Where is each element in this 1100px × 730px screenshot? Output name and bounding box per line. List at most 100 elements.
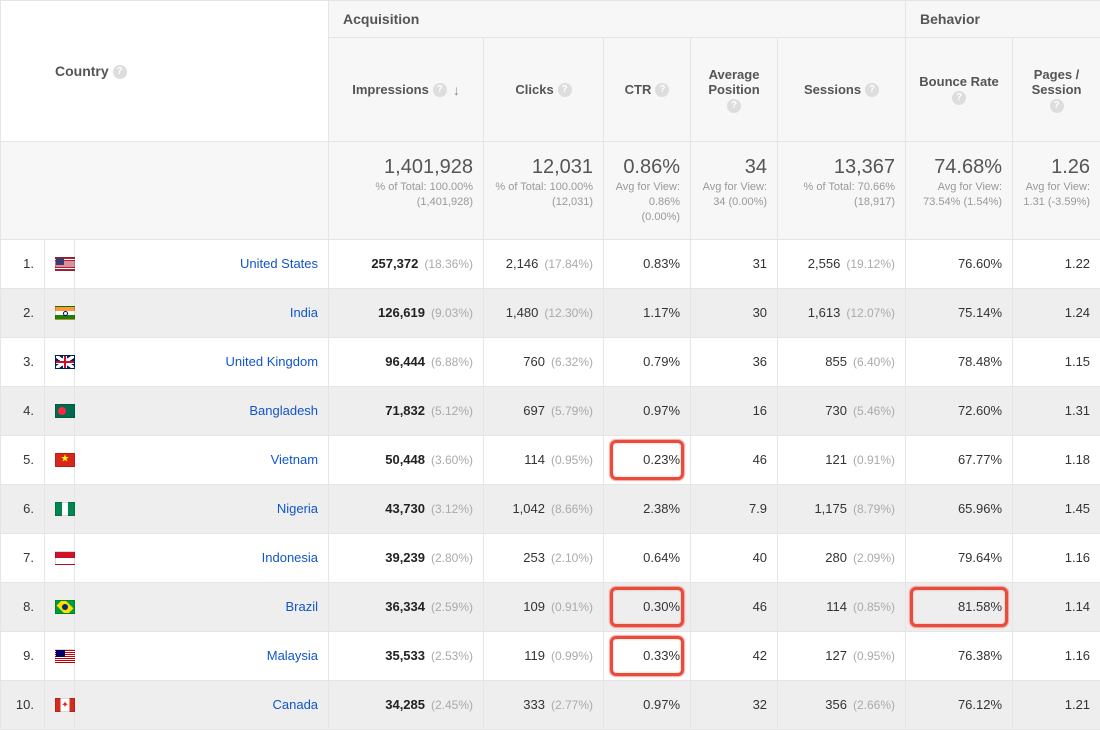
country-link[interactable]: United Kingdom	[226, 354, 319, 369]
row-rank: 5.	[1, 435, 45, 484]
cell-bounce: 75.14%	[906, 288, 1013, 337]
cell-ctr: 0.23%	[604, 435, 691, 484]
row-rank: 7.	[1, 533, 45, 582]
column-group-acquisition: Acquisition	[329, 1, 906, 38]
cell-sessions: 121(0.91%)	[778, 435, 906, 484]
cell-pages: 1.14	[1013, 582, 1100, 631]
country-cell: Vietnam	[75, 435, 329, 484]
help-icon[interactable]: ?	[655, 83, 669, 97]
cell-clicks: 760(6.32%)	[484, 337, 604, 386]
country-link[interactable]: India	[290, 305, 318, 320]
column-header-ctr[interactable]: CTR ?	[604, 38, 691, 142]
table-row: 1.United States257,372(18.36%)2,146(17.8…	[1, 239, 1100, 288]
country-cell: Canada	[75, 680, 329, 729]
help-icon[interactable]: ?	[727, 99, 741, 113]
cell-pages: 1.18	[1013, 435, 1100, 484]
flag-icon	[45, 484, 75, 533]
cell-ctr: 0.79%	[604, 337, 691, 386]
cell-sessions: 2,556(19.12%)	[778, 239, 906, 288]
cell-sessions: 114(0.85%)	[778, 582, 906, 631]
cell-bounce: 79.64%	[906, 533, 1013, 582]
cell-clicks: 114(0.95%)	[484, 435, 604, 484]
cell-position: 7.9	[691, 484, 778, 533]
column-header-country[interactable]: Country ?	[1, 1, 329, 142]
country-link[interactable]: Indonesia	[262, 550, 318, 565]
row-rank: 9.	[1, 631, 45, 680]
cell-bounce: 76.60%	[906, 239, 1013, 288]
flag-icon: ★	[45, 435, 75, 484]
cell-bounce: 65.96%	[906, 484, 1013, 533]
cell-position: 46	[691, 582, 778, 631]
country-link[interactable]: Canada	[272, 697, 318, 712]
country-link[interactable]: Nigeria	[277, 501, 318, 516]
flag-icon	[45, 582, 75, 631]
help-icon[interactable]: ?	[113, 65, 127, 79]
cell-position: 32	[691, 680, 778, 729]
country-cell: United States	[75, 239, 329, 288]
analytics-table: Country ? Acquisition Behavior Impressio…	[0, 0, 1100, 730]
summary-clicks: 12,031 % of Total: 100.00% (12,031)	[484, 142, 604, 240]
cell-bounce: 76.38%	[906, 631, 1013, 680]
cell-pages: 1.21	[1013, 680, 1100, 729]
summary-sessions: 13,367 % of Total: 70.66% (18,917)	[778, 142, 906, 240]
table-row: 9.Malaysia35,533(2.53%)119(0.99%)0.33%42…	[1, 631, 1100, 680]
country-cell: Bangladesh	[75, 386, 329, 435]
column-header-pages[interactable]: Pages / Session ?	[1013, 38, 1100, 142]
cell-impressions: 39,239(2.80%)	[329, 533, 484, 582]
help-icon[interactable]: ?	[433, 83, 447, 97]
row-rank: 4.	[1, 386, 45, 435]
cell-impressions: 257,372(18.36%)	[329, 239, 484, 288]
cell-pages: 1.16	[1013, 631, 1100, 680]
cell-bounce: 67.77%	[906, 435, 1013, 484]
cell-ctr: 0.33%	[604, 631, 691, 680]
cell-position: 16	[691, 386, 778, 435]
cell-impressions: 34,285(2.45%)	[329, 680, 484, 729]
help-icon[interactable]: ?	[865, 83, 879, 97]
help-icon[interactable]: ?	[952, 91, 966, 105]
cell-bounce: 78.48%	[906, 337, 1013, 386]
cell-impressions: 35,533(2.53%)	[329, 631, 484, 680]
table-row: 2.India126,619(9.03%)1,480(12.30%)1.17%3…	[1, 288, 1100, 337]
summary-ctr: 0.86% Avg for View: 0.86% (0.00%)	[604, 142, 691, 240]
flag-icon	[45, 533, 75, 582]
column-group-row: Country ? Acquisition Behavior	[1, 1, 1100, 38]
column-header-bounce[interactable]: Bounce Rate ?	[906, 38, 1013, 142]
country-link[interactable]: Brazil	[286, 599, 319, 614]
cell-ctr: 0.30%	[604, 582, 691, 631]
table-row: 4.Bangladesh71,832(5.12%)697(5.79%)0.97%…	[1, 386, 1100, 435]
country-cell: United Kingdom	[75, 337, 329, 386]
flag-icon	[45, 386, 75, 435]
cell-pages: 1.45	[1013, 484, 1100, 533]
country-link[interactable]: United States	[240, 256, 318, 271]
row-rank: 8.	[1, 582, 45, 631]
cell-ctr: 0.97%	[604, 680, 691, 729]
flag-icon	[45, 239, 75, 288]
column-header-clicks[interactable]: Clicks ?	[484, 38, 604, 142]
cell-impressions: 71,832(5.12%)	[329, 386, 484, 435]
row-rank: 3.	[1, 337, 45, 386]
table-row: 7.Indonesia39,239(2.80%)253(2.10%)0.64%4…	[1, 533, 1100, 582]
row-rank: 6.	[1, 484, 45, 533]
cell-impressions: 50,448(3.60%)	[329, 435, 484, 484]
column-header-impressions[interactable]: Impressions ? ↓	[329, 38, 484, 142]
cell-ctr: 2.38%	[604, 484, 691, 533]
cell-pages: 1.24	[1013, 288, 1100, 337]
cell-impressions: 126,619(9.03%)	[329, 288, 484, 337]
country-link[interactable]: Vietnam	[271, 452, 318, 467]
help-icon[interactable]: ?	[558, 83, 572, 97]
cell-bounce: 72.60%	[906, 386, 1013, 435]
cell-sessions: 1,613(12.07%)	[778, 288, 906, 337]
column-group-behavior: Behavior	[906, 1, 1100, 38]
table-row: 10.✦Canada34,285(2.45%)333(2.77%)0.97%32…	[1, 680, 1100, 729]
country-link[interactable]: Malaysia	[267, 648, 318, 663]
help-icon[interactable]: ?	[1050, 99, 1064, 113]
cell-clicks: 119(0.99%)	[484, 631, 604, 680]
column-header-sessions[interactable]: Sessions ?	[778, 38, 906, 142]
cell-sessions: 855(6.40%)	[778, 337, 906, 386]
table-row: 5.★Vietnam50,448(3.60%)114(0.95%)0.23%46…	[1, 435, 1100, 484]
summary-impressions: 1,401,928 % of Total: 100.00% (1,401,928…	[329, 142, 484, 240]
country-link[interactable]: Bangladesh	[249, 403, 318, 418]
cell-pages: 1.16	[1013, 533, 1100, 582]
column-header-position[interactable]: Average Position ?	[691, 38, 778, 142]
cell-position: 31	[691, 239, 778, 288]
